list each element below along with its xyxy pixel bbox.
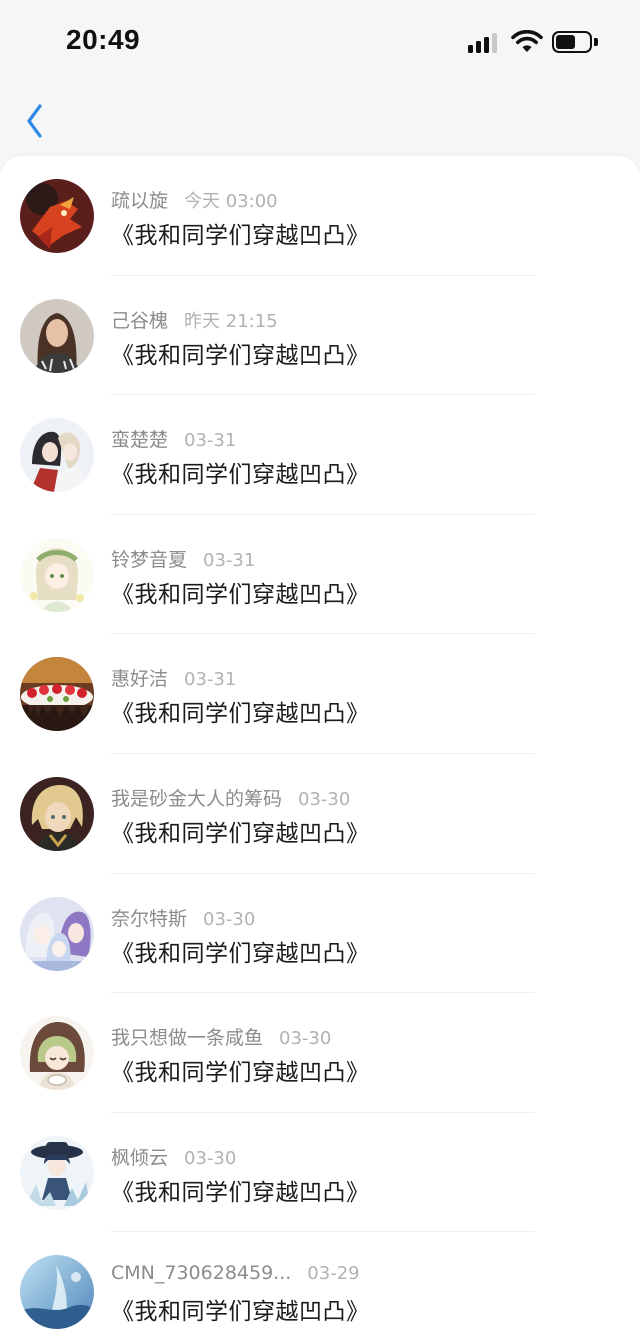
battery-level (556, 35, 575, 49)
avatar[interactable] (20, 298, 94, 373)
sender-name: 惠好洁 (111, 668, 169, 691)
message-meta: 奈尔特斯 03-30 (111, 904, 255, 932)
message-meta: 惠好洁 03-31 (111, 664, 236, 692)
message-item[interactable]: 铃梦音夏 03-31 《我和同学们穿越凹凸》 (0, 515, 640, 635)
nav-bar (0, 86, 640, 156)
message-time: 03-31 (203, 549, 256, 571)
sender-name: 我是砂金大人的筹码 (111, 787, 283, 810)
status-time: 20:49 (66, 24, 141, 55)
message-text: 《我和同学们穿越凹凸》 (111, 1060, 370, 1087)
cellular-signal-icon (468, 31, 502, 53)
message-meta: 蛮楚楚 03-31 (111, 425, 236, 453)
avatar[interactable] (20, 1255, 94, 1330)
battery-icon (552, 31, 598, 53)
avatar[interactable] (20, 537, 94, 612)
avatar[interactable] (20, 657, 94, 732)
sender-name: CMN_730628459... (111, 1262, 292, 1285)
sender-name: 疏以旋 (111, 190, 169, 212)
message-list: 疏以旋 今天 03:00 《我和同学们穿越凹凸》 己谷槐 昨天 21:15 《我和同… (0, 156, 640, 1332)
message-time: 03-30 (298, 788, 351, 810)
message-time: 03-30 (203, 908, 256, 930)
message-text: 《我和同学们穿越凹凸》 (111, 940, 370, 967)
message-time: 03-29 (307, 1263, 360, 1285)
avatar[interactable] (20, 1135, 94, 1210)
message-meta: 疏以旋 今天 03:00 (111, 186, 278, 214)
avatar[interactable] (20, 776, 94, 851)
avatar[interactable] (20, 179, 94, 253)
message-item[interactable]: 疏以旋 今天 03:00 《我和同学们穿越凹凸》 (0, 156, 640, 276)
status-bar: 20:49 (0, 0, 640, 86)
message-time: 今天 03:00 (184, 191, 278, 212)
message-text: 《我和同学们穿越凹凸》 (111, 1299, 370, 1326)
message-item[interactable]: CMN_730628459... 03-29 《我和同学们穿越凹凸》 (0, 1232, 640, 1332)
avatar[interactable] (20, 418, 94, 493)
avatar[interactable] (20, 1016, 94, 1091)
message-text: 《我和同学们穿越凹凸》 (111, 462, 370, 489)
sender-name: 蛮楚楚 (111, 429, 169, 452)
message-meta: 己谷槐 昨天 21:15 (111, 306, 278, 334)
message-item[interactable]: 我只想做一条咸鱼 03-30 《我和同学们穿越凹凸》 (0, 993, 640, 1113)
message-time: 03-31 (184, 430, 237, 452)
wifi-icon (511, 30, 543, 52)
message-text: 《我和同学们穿越凹凸》 (111, 223, 370, 249)
message-meta: CMN_730628459... 03-29 (111, 1262, 360, 1290)
back-button[interactable] (18, 100, 54, 144)
sender-name: 枫倾云 (111, 1146, 169, 1169)
chevron-left-icon (27, 104, 42, 138)
message-meta: 枫倾云 03-30 (111, 1143, 236, 1171)
message-text: 《我和同学们穿越凹凸》 (111, 701, 370, 728)
message-meta: 我只想做一条咸鱼 03-30 (111, 1023, 331, 1051)
message-text: 《我和同学们穿越凹凸》 (111, 1179, 370, 1206)
message-text: 《我和同学们穿越凹凸》 (111, 342, 370, 369)
message-time: 03-30 (184, 1147, 237, 1169)
message-meta: 铃梦音夏 03-31 (111, 545, 255, 573)
sender-name: 我只想做一条咸鱼 (111, 1027, 264, 1050)
message-time: 昨天 21:15 (184, 310, 278, 332)
message-item[interactable]: 我是砂金大人的筹码 03-30 《我和同学们穿越凹凸》 (0, 754, 640, 874)
message-meta: 我是砂金大人的筹码 03-30 (111, 784, 350, 812)
sender-name: 奈尔特斯 (111, 907, 188, 930)
message-item[interactable]: 己谷槐 昨天 21:15 《我和同学们穿越凹凸》 (0, 276, 640, 396)
message-item[interactable]: 枫倾云 03-30 《我和同学们穿越凹凸》 (0, 1113, 640, 1233)
message-text: 《我和同学们穿越凹凸》 (111, 820, 370, 847)
message-item[interactable]: 惠好洁 03-31 《我和同学们穿越凹凸》 (0, 634, 640, 754)
message-item[interactable]: 奈尔特斯 03-30 《我和同学们穿越凹凸》 (0, 874, 640, 994)
message-text: 《我和同学们穿越凹凸》 (111, 581, 370, 608)
sender-name: 铃梦音夏 (111, 548, 188, 571)
avatar[interactable] (20, 896, 94, 971)
message-time: 03-30 (279, 1028, 332, 1050)
message-item[interactable]: 蛮楚楚 03-31 《我和同学们穿越凹凸》 (0, 395, 640, 515)
sender-name: 己谷槐 (111, 309, 169, 332)
message-time: 03-31 (184, 669, 237, 691)
